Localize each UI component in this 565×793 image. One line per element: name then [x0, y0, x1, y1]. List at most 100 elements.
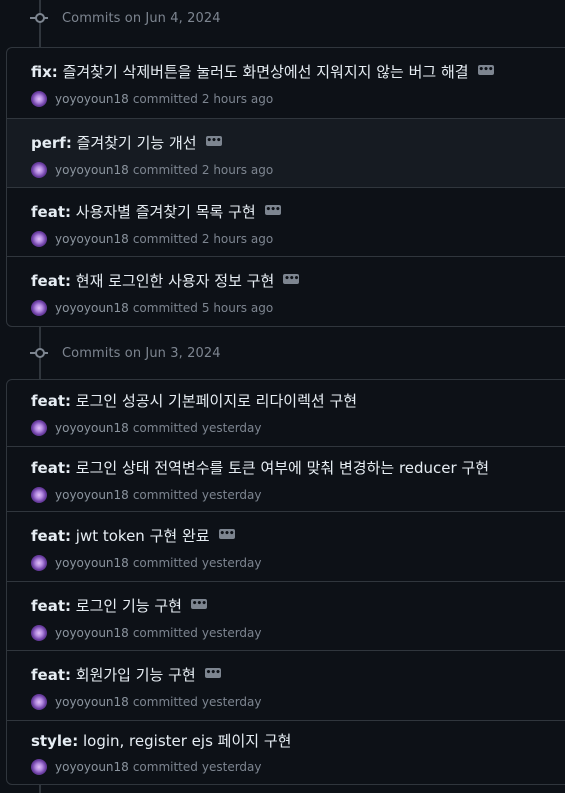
author-link[interactable]: yoyoyoun18 — [55, 760, 129, 774]
commit-type[interactable]: feat: — [31, 458, 71, 478]
author-link[interactable]: yoyoyoun18 — [55, 488, 129, 502]
commit-title[interactable]: 로그인 상태 전역변수를 토큰 여부에 맞춰 변경하는 reducer 구현 — [76, 458, 489, 478]
avatar[interactable] — [31, 420, 47, 436]
commit-message[interactable]: feat: 로그인 성공시 기본페이지로 리다이렉션 구현 — [31, 391, 357, 411]
commit-meta: yoyoyoun18 committed yesterday — [31, 625, 262, 641]
git-commit-icon — [30, 12, 48, 24]
commit-group-header: Commits on Jun 4, 2024 — [30, 7, 221, 29]
group-title: Commits on Jun 3, 2024 — [62, 345, 221, 361]
commit-message[interactable]: style: login, register ejs 페이지 구현 — [31, 731, 291, 751]
author-link[interactable]: yoyoyoun18 — [55, 301, 129, 315]
avatar[interactable] — [31, 555, 47, 571]
commit-message[interactable]: feat: 로그인 상태 전역변수를 토큰 여부에 맞춰 변경하는 reduce… — [31, 458, 489, 478]
ellipsis-icon: ••• — [191, 599, 207, 609]
commit-meta: yoyoyoun18 committed yesterday — [31, 694, 262, 710]
commit-type[interactable]: fix: — [31, 62, 58, 82]
commit-meta: yoyoyoun18 committed 2 hours ago — [31, 231, 273, 247]
commit-row[interactable]: feat: jwt token 구현 완료 ••• yoyoyoun18 com… — [7, 511, 565, 581]
commit-row[interactable]: style: login, register ejs 페이지 구현 yoyoyo… — [7, 720, 565, 784]
commit-type[interactable]: feat: — [31, 202, 71, 222]
commit-row[interactable]: feat: 로그인 상태 전역변수를 토큰 여부에 맞춰 변경하는 reduce… — [7, 446, 565, 511]
commit-meta: yoyoyoun18 committed yesterday — [31, 759, 262, 775]
commit-type[interactable]: feat: — [31, 271, 71, 291]
commit-title[interactable]: 현재 로그인한 사용자 정보 구현 — [76, 271, 274, 291]
commit-type[interactable]: feat: — [31, 665, 71, 685]
avatar[interactable] — [31, 625, 47, 641]
expand-description-button[interactable]: ••• — [264, 205, 281, 215]
expand-description-button[interactable]: ••• — [218, 529, 235, 539]
commit-type[interactable]: perf: — [31, 133, 72, 153]
avatar[interactable] — [31, 300, 47, 316]
author-link[interactable]: yoyoyoun18 — [55, 556, 129, 570]
commit-row[interactable]: feat: 현재 로그인한 사용자 정보 구현 ••• yoyoyoun18 c… — [7, 256, 565, 325]
group-title: Commits on Jun 4, 2024 — [62, 10, 221, 26]
expand-description-button[interactable]: ••• — [190, 599, 207, 609]
commit-title[interactable]: 로그인 기능 구현 — [76, 596, 182, 616]
author-link[interactable]: yoyoyoun18 — [55, 626, 129, 640]
avatar[interactable] — [31, 759, 47, 775]
commit-time: yesterday — [201, 626, 262, 640]
commit-title[interactable]: 즐겨찾기 삭제버튼을 눌러도 화면상에선 지워지지 않는 버그 해결 — [63, 62, 469, 82]
commit-time: yesterday — [201, 488, 262, 502]
commit-meta: yoyoyoun18 committed yesterday — [31, 420, 262, 436]
commit-type[interactable]: feat: — [31, 596, 71, 616]
git-commit-icon — [30, 347, 48, 359]
commit-action: committed — [132, 556, 198, 570]
commit-message[interactable]: feat: 현재 로그인한 사용자 정보 구현 ••• — [31, 271, 299, 291]
commit-time: yesterday — [201, 695, 262, 709]
commit-title[interactable]: 사용자별 즐겨찾기 목록 구현 — [76, 202, 256, 222]
author-link[interactable]: yoyoyoun18 — [55, 92, 129, 106]
author-link[interactable]: yoyoyoun18 — [55, 163, 129, 177]
commit-message[interactable]: feat: 회원가입 기능 구현 ••• — [31, 665, 221, 685]
commit-action: committed — [132, 760, 198, 774]
commit-title[interactable]: jwt token 구현 완료 — [76, 526, 210, 546]
commit-action: committed — [132, 626, 198, 640]
author-link[interactable]: yoyoyoun18 — [55, 695, 129, 709]
commit-type[interactable]: style: — [31, 731, 78, 751]
commit-title[interactable]: 로그인 성공시 기본페이지로 리다이렉션 구현 — [76, 391, 357, 411]
commit-message[interactable]: perf: 즐겨찾기 기능 개선 ••• — [31, 133, 222, 153]
commit-message[interactable]: fix: 즐겨찾기 삭제버튼을 눌러도 화면상에선 지워지지 않는 버그 해결 … — [31, 62, 494, 82]
ellipsis-icon: ••• — [265, 205, 281, 215]
commit-row[interactable]: feat: 로그인 성공시 기본페이지로 리다이렉션 구현 yoyoyoun18… — [7, 380, 565, 446]
expand-description-button[interactable]: ••• — [205, 136, 222, 146]
commit-action: committed — [132, 488, 198, 502]
commit-row[interactable]: feat: 회원가입 기능 구현 ••• yoyoyoun18 committe… — [7, 650, 565, 720]
commit-row[interactable]: perf: 즐겨찾기 기능 개선 ••• yoyoyoun18 committe… — [7, 118, 565, 187]
author-link[interactable]: yoyoyoun18 — [55, 232, 129, 246]
avatar[interactable] — [31, 162, 47, 178]
commit-list: feat: 로그인 성공시 기본페이지로 리다이렉션 구현 yoyoyoun18… — [6, 379, 565, 785]
commit-meta: yoyoyoun18 committed yesterday — [31, 487, 262, 503]
avatar[interactable] — [31, 487, 47, 503]
commit-action: committed — [132, 301, 198, 315]
commit-time: yesterday — [201, 421, 262, 435]
commit-message[interactable]: feat: 로그인 기능 구현 ••• — [31, 596, 207, 616]
commit-title[interactable]: login, register ejs 페이지 구현 — [83, 731, 291, 751]
commit-row[interactable]: feat: 로그인 기능 구현 ••• yoyoyoun18 committed… — [7, 581, 565, 650]
commit-action: committed — [132, 163, 198, 177]
commit-time: 2 hours ago — [201, 232, 274, 246]
commit-title[interactable]: 회원가입 기능 구현 — [76, 665, 196, 685]
commit-message[interactable]: feat: 사용자별 즐겨찾기 목록 구현 ••• — [31, 202, 281, 222]
ellipsis-icon: ••• — [284, 274, 299, 284]
commit-time: 2 hours ago — [201, 92, 274, 106]
expand-description-button[interactable]: ••• — [477, 65, 494, 75]
commit-title[interactable]: 즐겨찾기 기능 개선 — [77, 133, 197, 153]
commit-type[interactable]: feat: — [31, 391, 71, 411]
commit-type[interactable]: feat: — [31, 526, 71, 546]
expand-description-button[interactable]: ••• — [204, 668, 221, 678]
commit-action: committed — [132, 232, 198, 246]
commit-row[interactable]: feat: 사용자별 즐겨찾기 목록 구현 ••• yoyoyoun18 com… — [7, 187, 565, 256]
expand-description-button[interactable]: ••• — [283, 274, 299, 284]
avatar[interactable] — [31, 231, 47, 247]
commit-action: committed — [132, 695, 198, 709]
commit-row[interactable]: fix: 즐겨찾기 삭제버튼을 눌러도 화면상에선 지워지지 않는 버그 해결 … — [7, 48, 565, 118]
ellipsis-icon: ••• — [478, 65, 493, 75]
author-link[interactable]: yoyoyoun18 — [55, 421, 129, 435]
avatar[interactable] — [31, 694, 47, 710]
commit-message[interactable]: feat: jwt token 구현 완료 ••• — [31, 526, 235, 546]
commit-meta: yoyoyoun18 committed 5 hours ago — [31, 300, 273, 316]
commit-action: committed — [132, 421, 198, 435]
avatar[interactable] — [31, 91, 47, 107]
commit-action: committed — [132, 92, 198, 106]
